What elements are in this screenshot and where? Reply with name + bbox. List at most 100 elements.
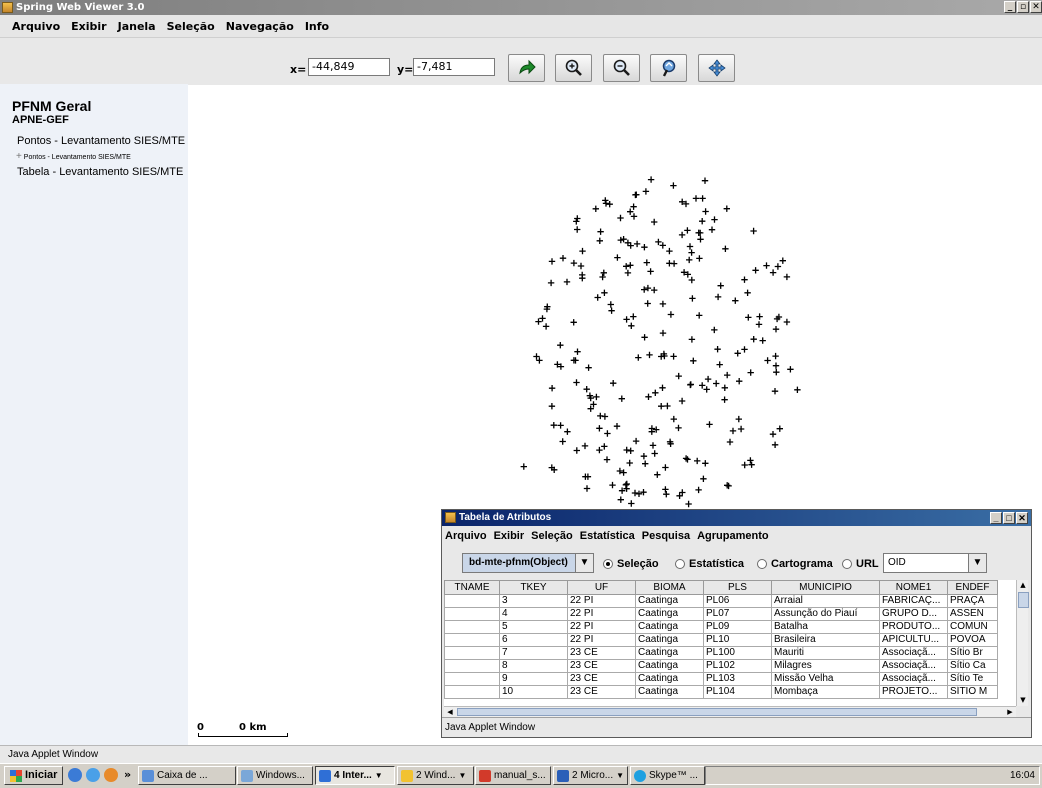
- menu-exibir[interactable]: Exibir: [64, 20, 110, 33]
- desktop-quicklaunch-icon[interactable]: [86, 768, 100, 782]
- taskbar-item-skype[interactable]: Skype™ ...: [630, 766, 705, 785]
- scroll-left-icon[interactable]: ◀: [445, 707, 455, 717]
- radio-estatistica[interactable]: Estatística: [675, 558, 744, 570]
- vertical-scrollbar[interactable]: ▲ ▼: [1016, 580, 1029, 706]
- column-header[interactable]: TKEY: [499, 580, 568, 595]
- map-point: [602, 197, 609, 204]
- attr-menu-pesquisa[interactable]: Pesquisa: [638, 530, 693, 542]
- map-point: [737, 425, 745, 433]
- table-row[interactable]: 4 22 PI Caatinga PL07 Assunção do Piauí GRUPO…: [444, 607, 998, 621]
- table-cell: Milagres: [771, 659, 880, 673]
- map-point: [686, 256, 693, 264]
- map-point: [713, 380, 720, 387]
- attr-close-button[interactable]: ✕: [1016, 512, 1028, 524]
- attr-menu-estatistica[interactable]: Estatística: [576, 530, 638, 542]
- y-coord-field[interactable]: -7,481: [413, 58, 495, 76]
- column-header[interactable]: UF: [567, 580, 636, 595]
- table-cell: Caatinga: [635, 646, 704, 660]
- table-row[interactable]: 10 23 CE Caatinga PL104 Mombaça PROJETO... SÍT…: [444, 685, 998, 699]
- radio-cartograma[interactable]: Cartograma: [757, 558, 833, 570]
- y-coord-label: y=: [397, 63, 414, 76]
- zoom-out-button[interactable]: [603, 54, 640, 82]
- taskbar-item-caixa[interactable]: Caixa de ...: [138, 766, 236, 785]
- table-row[interactable]: 6 22 PI Caatinga PL10 Brasileira APICULTU... P…: [444, 633, 998, 647]
- scroll-thumb[interactable]: [1018, 592, 1029, 608]
- column-header[interactable]: NOME1: [879, 580, 948, 595]
- column-header[interactable]: BIOMA: [635, 580, 704, 595]
- table-cell: COMUN: [947, 620, 998, 634]
- column-header[interactable]: ENDEF: [947, 580, 998, 595]
- close-button[interactable]: ✕: [1030, 1, 1042, 13]
- map-point: [628, 322, 635, 329]
- map-point: [644, 300, 651, 307]
- attr-menu-selecao[interactable]: Seleção: [527, 530, 576, 542]
- layer-item-pontos[interactable]: Pontos - Levantamento SIES/MTE: [17, 135, 185, 147]
- attr-menu-arquivo[interactable]: Arquivo: [442, 530, 490, 542]
- column-header[interactable]: MUNICIPIO: [771, 580, 880, 595]
- map-point: [628, 500, 635, 507]
- maximize-button[interactable]: ▫: [1017, 1, 1029, 13]
- map-point: [633, 191, 640, 198]
- radio-label: URL: [856, 558, 879, 570]
- taskbar-item-micro[interactable]: 2 Micro... ▼: [553, 766, 628, 785]
- map-point: [570, 259, 578, 267]
- ie-quicklaunch-icon[interactable]: [68, 768, 82, 782]
- attr-maximize-button[interactable]: □: [1003, 512, 1015, 524]
- table-row[interactable]: 9 23 CE Caatinga PL103 Missão Velha Associaçã…: [444, 672, 998, 686]
- map-point: [557, 422, 564, 429]
- map-point: [601, 443, 608, 450]
- attr-menu-agrupamento[interactable]: Agrupamento: [693, 530, 772, 542]
- map-point: [609, 481, 616, 489]
- start-button[interactable]: Iniciar: [4, 766, 64, 785]
- field-combo[interactable]: OID ▼: [883, 553, 987, 573]
- layer-sidebar: PFNM Geral APNE-GEF Pontos - Levantament…: [0, 84, 188, 745]
- scroll-up-icon[interactable]: ▲: [1018, 580, 1028, 591]
- layer-item-tabela[interactable]: Tabela - Levantamento SIES/MTE: [17, 166, 183, 178]
- chevron-right-icon[interactable]: »: [124, 768, 131, 781]
- map-point: [697, 236, 704, 243]
- menu-selecao[interactable]: Seleção: [160, 20, 219, 33]
- table-cell: 6: [499, 633, 568, 647]
- table-row[interactable]: 8 23 CE Caatinga PL102 Milagres Associaçã... S…: [444, 659, 998, 673]
- map-point: [604, 430, 611, 437]
- map-point: [640, 453, 648, 460]
- pan-button[interactable]: [698, 54, 735, 82]
- attribute-table[interactable]: TNAME TKEY UF BIOMA PLS MUNICIPIO NOME1 ENDEF 3…: [444, 580, 1016, 706]
- redo-button[interactable]: [508, 54, 545, 82]
- table-row[interactable]: 5 22 PI Caatinga PL09 Batalha PRODUTO... COMUN: [444, 620, 998, 634]
- table-row[interactable]: 3 22 PI Caatinga PL06 Arraial FABRICAÇ... PRAÇ…: [444, 594, 998, 608]
- column-header[interactable]: PLS: [703, 580, 772, 595]
- menu-arquivo[interactable]: Arquivo: [0, 20, 64, 33]
- taskbar-item-manual[interactable]: manual_s...: [475, 766, 551, 785]
- zoom-in-button[interactable]: [555, 54, 592, 82]
- map-point: [771, 388, 779, 395]
- zoom-previous-button[interactable]: [650, 54, 687, 82]
- taskbar-item-windows[interactable]: Windows...: [237, 766, 313, 785]
- map-point: [769, 431, 777, 438]
- point-symbol-icon: +: [16, 151, 22, 162]
- radio-selecao[interactable]: Seleção: [603, 558, 659, 570]
- radio-url[interactable]: URL: [842, 558, 879, 570]
- object-combo[interactable]: bd-mte-pfnm(Object) ▼: [462, 553, 594, 573]
- taskbar-item-wind[interactable]: 2 Wind... ▼: [397, 766, 474, 785]
- menu-info[interactable]: Info: [298, 20, 333, 33]
- column-header[interactable]: TNAME: [444, 580, 500, 595]
- menu-janela[interactable]: Janela: [111, 20, 160, 33]
- menu-navegacao[interactable]: Navegação: [219, 20, 298, 33]
- horizontal-scrollbar[interactable]: ◀ ▶: [444, 706, 1016, 717]
- taskbar-item-inter[interactable]: 4 Inter... ▼: [315, 766, 395, 785]
- table-row[interactable]: 7 23 CE Caatinga PL100 Mauriti Associaçã... Sí…: [444, 646, 998, 660]
- table-cell: PRAÇA: [947, 594, 998, 608]
- map-point: [533, 353, 540, 360]
- attr-menu-exibir[interactable]: Exibir: [490, 530, 528, 542]
- start-label: Iniciar: [25, 769, 58, 781]
- firefox-quicklaunch-icon[interactable]: [104, 768, 118, 782]
- x-coord-field[interactable]: -44,849: [308, 58, 390, 76]
- scroll-right-icon[interactable]: ▶: [1005, 707, 1015, 717]
- attr-minimize-button[interactable]: _: [990, 512, 1002, 524]
- scroll-down-icon[interactable]: ▼: [1018, 695, 1028, 706]
- map-point: [690, 357, 697, 364]
- table-cell: SÍTIO M: [947, 685, 998, 699]
- minimize-button[interactable]: _: [1004, 1, 1016, 13]
- hscroll-thumb[interactable]: [457, 708, 977, 716]
